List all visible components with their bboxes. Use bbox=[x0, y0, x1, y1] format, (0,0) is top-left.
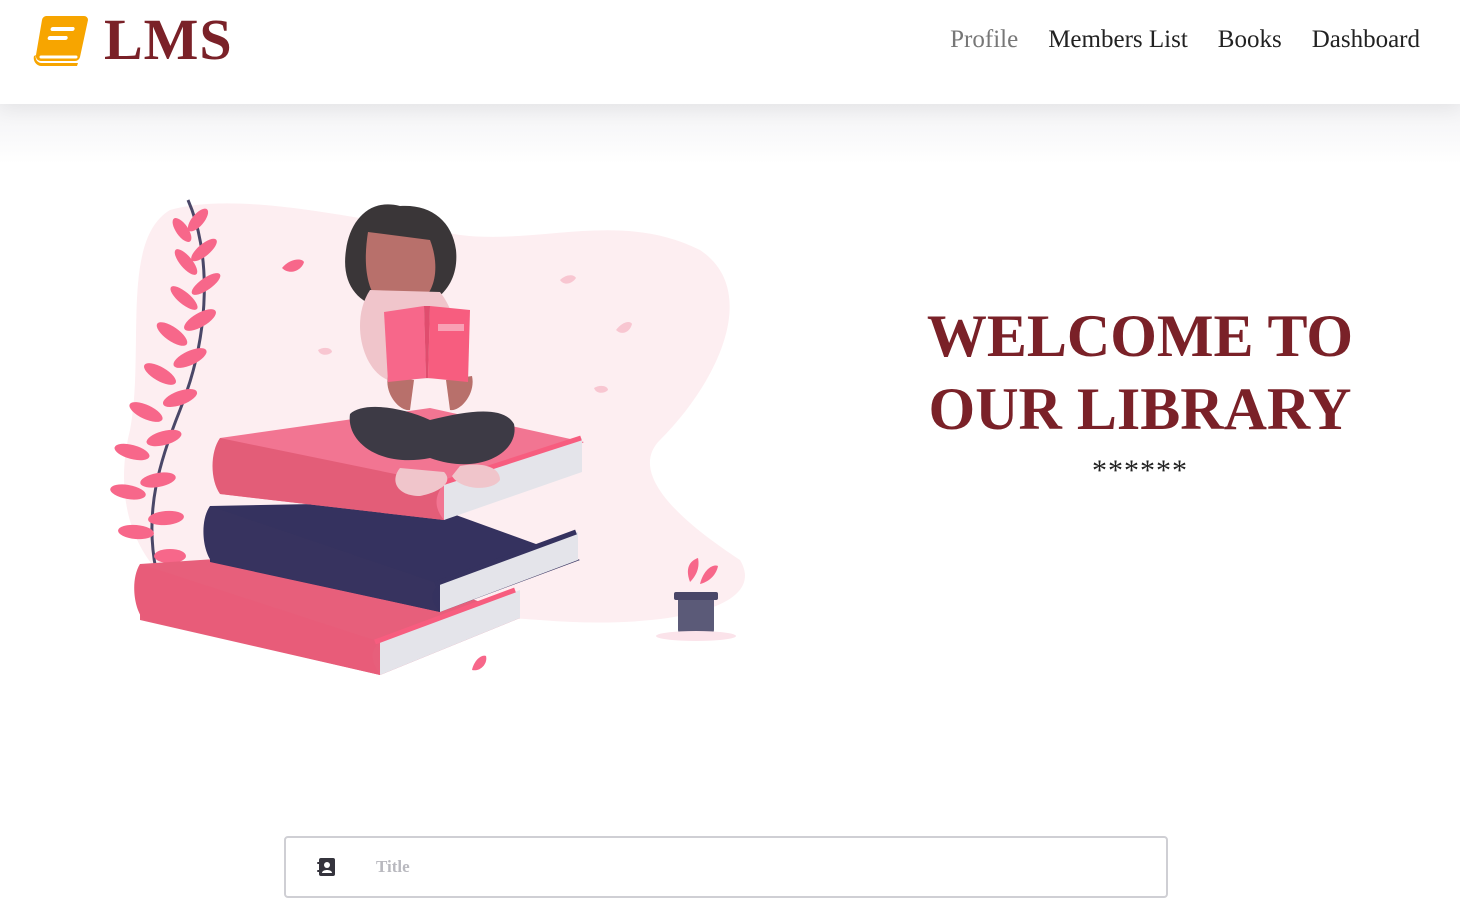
brand-name: LMS bbox=[104, 7, 233, 72]
decorative-stars: ****** bbox=[1092, 454, 1188, 487]
contact-book-icon bbox=[317, 858, 335, 876]
brand-link[interactable]: LMS bbox=[32, 10, 233, 70]
nav-members-list[interactable]: Members List bbox=[1048, 24, 1188, 56]
welcome-line-2: OUR LIBRARY bbox=[928, 376, 1352, 442]
book-icon bbox=[33, 16, 88, 66]
nav-dashboard[interactable]: Dashboard bbox=[1312, 24, 1420, 56]
main-nav: Profile Members List Books Dashboard bbox=[950, 24, 1420, 56]
nav-profile[interactable]: Profile bbox=[950, 24, 1018, 56]
header-shadow bbox=[0, 104, 1460, 164]
reading-woman-illustration bbox=[110, 199, 745, 675]
nav-books[interactable]: Books bbox=[1218, 24, 1282, 56]
navbar: LMS Profile Members List Books Dashboard bbox=[0, 0, 1460, 104]
title-search-box[interactable] bbox=[284, 836, 1168, 898]
title-search-input[interactable] bbox=[374, 846, 1166, 888]
welcome-section: WELCOME TO OUR LIBRARY ****** bbox=[880, 300, 1400, 488]
welcome-line-1: WELCOME TO bbox=[926, 303, 1354, 369]
welcome-heading: WELCOME TO OUR LIBRARY bbox=[880, 300, 1400, 446]
